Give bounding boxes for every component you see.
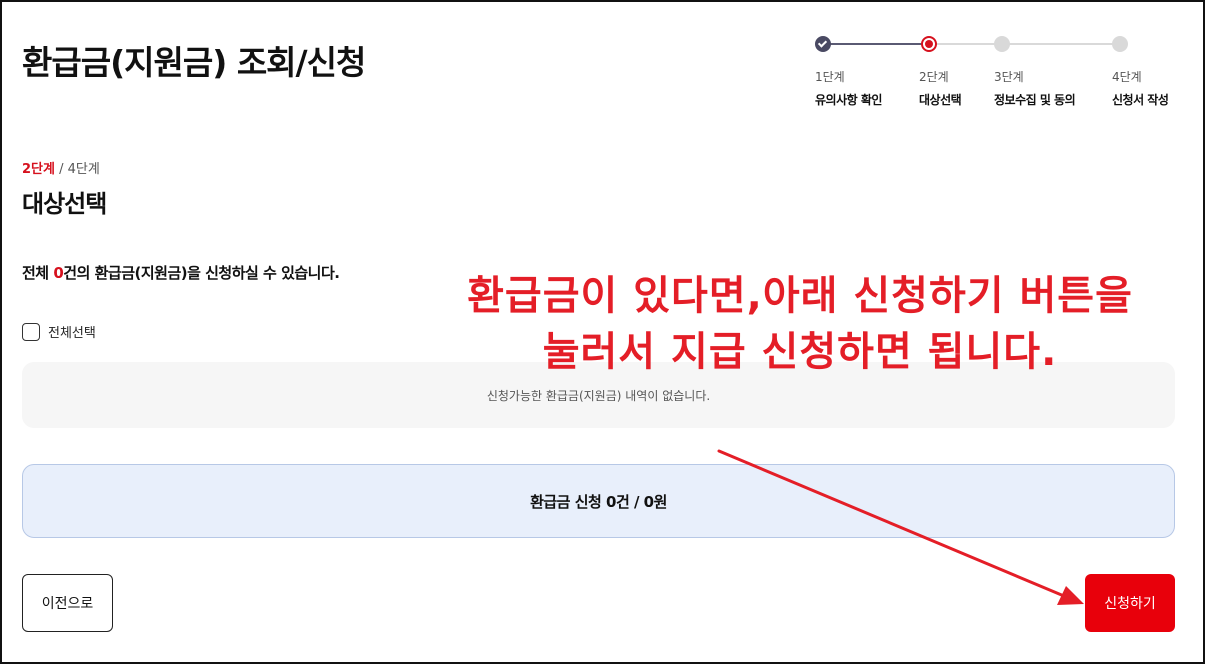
step-3-number: 3단계 [994,70,1024,84]
step-4-number: 4단계 [1112,70,1142,84]
section-title: 대상선택 [22,190,107,218]
step-1-name: 유의사항 확인 [815,93,882,107]
previous-button[interactable]: 이전으로 [22,574,113,632]
empty-list-message: 신청가능한 환급금(지원금) 내역이 없습니다. [486,388,711,403]
annotation-line-1: 환급금이 있다면,아래 신청하기 버튼을 [467,273,1133,319]
apply-button[interactable]: 신청하기 [1085,574,1175,632]
step-3-name: 정보수집 및 동의 [994,93,1076,107]
step-indicator: 2단계 / 4단계 [22,158,100,177]
summary-suffix: 건의 환급금(지원금)을 신청하실 수 있습니다. [63,264,340,282]
eligible-count: 0 [53,264,64,282]
step-2-number: 2단계 [919,70,949,84]
progress-stepper: 1단계 유의사항 확인 2단계 대상선택 3단계 정보수집 및 동의 4단계 신… [815,36,1180,116]
step-4-dot-icon [1112,36,1128,52]
step-indicator-total: / 4단계 [54,162,100,177]
total-summary-box: 환급금 신청 0건 / 0원 [22,464,1175,538]
select-all-label: 전체선택 [48,326,96,341]
step-1-check-icon [815,36,831,52]
step-2-current-icon [921,36,937,52]
stepper-line-pending [929,43,1119,45]
step-4-name: 신청서 작성 [1112,93,1169,107]
annotation-callout: 환급금이 있다면,아래 신청하기 버튼을 눌러서 지급 신청하면 됩니다. [405,268,1195,380]
step-3-dot-icon [994,36,1010,52]
stepper-line-completed [823,43,929,45]
total-summary-text: 환급금 신청 0건 / 0원 [530,492,667,511]
select-all-option[interactable]: 전체선택 [22,322,96,341]
summary-prefix: 전체 [22,264,54,282]
annotation-line-2: 눌러서 지급 신청하면 됩니다. [542,329,1058,375]
page-title: 환급금(지원금) 조회/신청 [22,43,366,82]
step-1-number: 1단계 [815,70,845,84]
eligible-summary: 전체 0건의 환급금(지원금)을 신청하실 수 있습니다. [22,262,340,283]
step-2-name: 대상선택 [919,93,962,107]
step-indicator-current: 2단계 [22,162,55,177]
select-all-checkbox[interactable] [22,322,40,341]
